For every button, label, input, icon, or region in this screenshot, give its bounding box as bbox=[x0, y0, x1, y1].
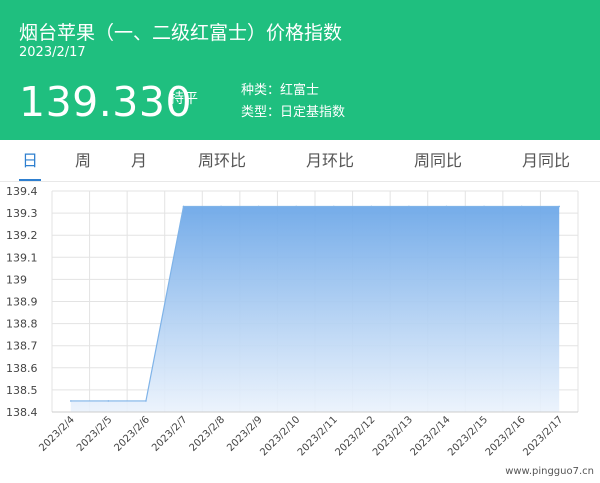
header: 烟台苹果（一、二级红富士）价格指数 2023/2/17 139.330 持平 种… bbox=[0, 0, 600, 140]
tab-week-over-week[interactable]: 周环比 bbox=[198, 140, 246, 181]
x-tick-label: 2023/2/4 bbox=[37, 414, 77, 454]
tab-month-over-month[interactable]: 月环比 bbox=[306, 140, 354, 181]
y-tick-label: 138.5 bbox=[6, 384, 38, 397]
y-tick-label: 139.1 bbox=[6, 251, 38, 264]
type-label: 类型：日定基指数 bbox=[241, 105, 346, 120]
y-tick-label: 139.4 bbox=[6, 185, 38, 198]
data-point bbox=[332, 205, 335, 208]
x-tick-label: 2023/2/6 bbox=[113, 414, 153, 454]
series-area bbox=[70, 206, 560, 412]
y-tick-label: 139.3 bbox=[6, 207, 38, 220]
x-tick-label: 2023/2/5 bbox=[75, 414, 115, 454]
y-tick-label: 138.8 bbox=[6, 318, 38, 331]
data-point bbox=[69, 400, 72, 402]
watermark: www.pingguo7.cn bbox=[505, 466, 594, 477]
data-point bbox=[257, 205, 260, 208]
tab-month-year-over-year[interactable]: 月同比 bbox=[522, 140, 570, 181]
price-value: 139.330 bbox=[19, 78, 193, 126]
data-point bbox=[370, 205, 373, 208]
data-point bbox=[408, 205, 410, 208]
y-tick-label: 138.9 bbox=[6, 296, 38, 309]
data-point bbox=[483, 205, 485, 208]
data-point bbox=[558, 205, 561, 208]
data-point bbox=[145, 400, 147, 402]
y-tick-label: 139 bbox=[6, 273, 27, 286]
variety-label: 种类：红富士 bbox=[241, 83, 320, 98]
y-tick-label: 139.2 bbox=[6, 229, 38, 242]
x-tick-label: 2023/2/9 bbox=[225, 414, 265, 454]
y-tick-label: 138.6 bbox=[6, 362, 38, 375]
data-point bbox=[107, 400, 110, 402]
x-tick-label: 2023/2/8 bbox=[188, 414, 228, 454]
data-point bbox=[182, 205, 185, 208]
data-point bbox=[445, 205, 448, 208]
tab-day[interactable]: 日 bbox=[19, 140, 42, 181]
tab-bar: 日 周 月 周环比 月环比 周同比 月同比 bbox=[0, 140, 600, 182]
x-tick-label: 2023/2/7 bbox=[150, 414, 190, 454]
tab-month[interactable]: 月 bbox=[131, 140, 147, 181]
x-tick-label: 2023/2/17 bbox=[521, 414, 565, 458]
tab-week-year-over-year[interactable]: 周同比 bbox=[414, 140, 462, 181]
data-point bbox=[520, 205, 523, 208]
y-tick-label: 138.7 bbox=[6, 340, 38, 353]
y-tick-label: 138.4 bbox=[6, 406, 38, 419]
trend-label: 持平 bbox=[170, 91, 198, 107]
tab-week[interactable]: 周 bbox=[75, 140, 91, 181]
page-title: 烟台苹果（一、二级红富士）价格指数 bbox=[19, 22, 343, 44]
data-point bbox=[295, 205, 298, 208]
data-point bbox=[220, 205, 222, 208]
date-label: 2023/2/17 bbox=[19, 45, 86, 60]
price-index-chart: 138.4 138.5 138.6 138.7 138.8 138.9 139 139.1 13… bbox=[6, 185, 579, 458]
